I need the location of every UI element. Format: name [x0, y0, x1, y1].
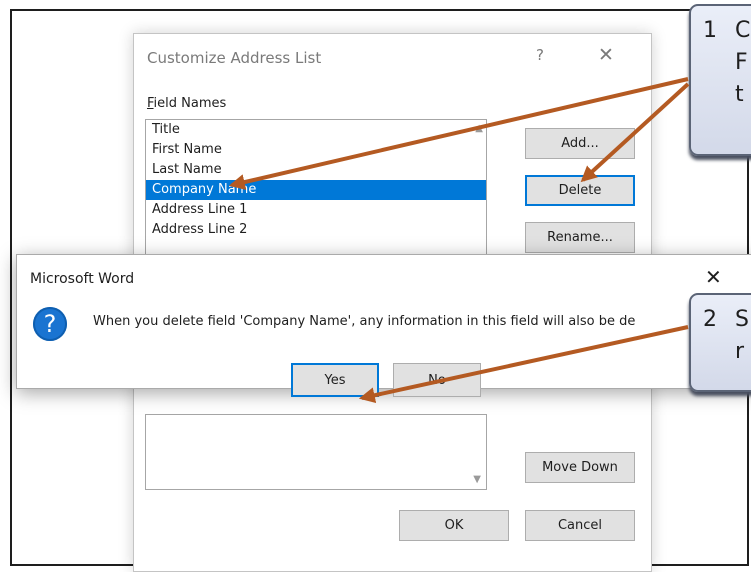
callout-step-1: 1 C F t	[689, 4, 751, 156]
dialog-title: Microsoft Word	[30, 271, 135, 287]
list-item-selected[interactable]: Company Name	[146, 180, 486, 200]
ok-button[interactable]: OK	[399, 510, 509, 541]
list-item[interactable]: Last Name	[146, 160, 486, 180]
list-item[interactable]: Address Line 1	[146, 200, 486, 220]
list-item[interactable]: Address Line 2	[146, 220, 486, 240]
callout-number: 1	[703, 18, 717, 43]
no-button[interactable]: No	[393, 363, 481, 397]
delete-button[interactable]: Delete	[525, 175, 635, 206]
dialog-message: When you delete field 'Company Name', an…	[93, 314, 636, 329]
close-icon[interactable]: ✕	[705, 265, 722, 289]
callout-text: r	[735, 339, 745, 364]
move-down-button[interactable]: Move Down	[525, 452, 635, 483]
callout-text: S	[735, 307, 749, 332]
dialog-title: Customize Address List	[147, 49, 322, 67]
help-button[interactable]: ?	[536, 46, 544, 64]
callout-text: t	[735, 82, 744, 107]
field-names-label: Field Names	[147, 96, 227, 111]
field-list-lower[interactable]: ▼	[145, 414, 487, 490]
callout-number: 2	[703, 307, 717, 332]
callout-text: C	[735, 18, 751, 43]
add-button[interactable]: Add...	[525, 128, 635, 159]
list-item[interactable]: Title	[146, 120, 486, 140]
scroll-down-icon[interactable]: ▼	[473, 474, 481, 485]
close-icon[interactable]: ✕	[598, 44, 614, 66]
scroll-up-icon[interactable]: ▲	[475, 123, 483, 134]
cancel-button[interactable]: Cancel	[525, 510, 635, 541]
question-icon: ?	[33, 307, 67, 341]
callout-step-2: 2 S r	[689, 293, 751, 392]
field-names-listbox[interactable]: Title First Name Last Name Company Name …	[145, 119, 487, 263]
rename-button[interactable]: Rename...	[525, 222, 635, 253]
callout-text: F	[735, 50, 748, 75]
microsoft-word-dialog: Microsoft Word ✕ ? When you delete field…	[16, 254, 751, 397]
list-item[interactable]: First Name	[146, 140, 486, 160]
yes-button[interactable]: Yes	[291, 363, 379, 397]
